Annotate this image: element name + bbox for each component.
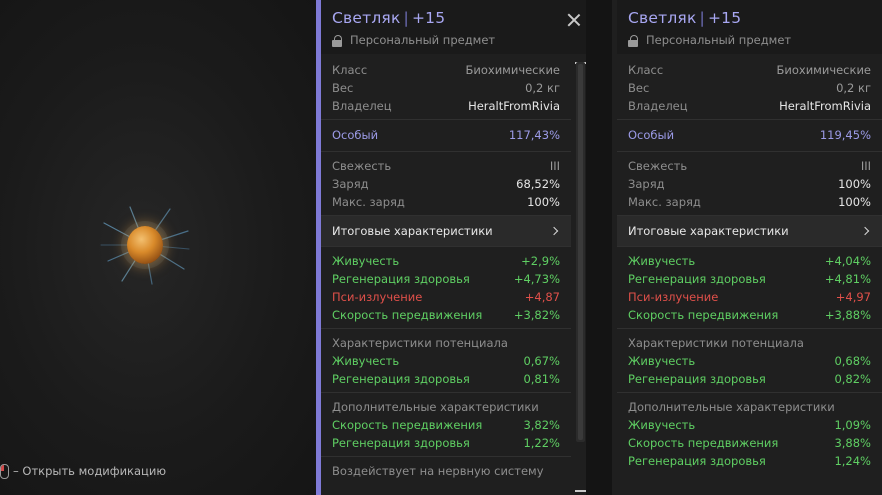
section-title: Характеристики потенциала bbox=[628, 336, 804, 350]
stat-row: Регенерация здоровья 0,82% bbox=[628, 372, 871, 386]
stat-row: Скорость передвижения 3,82% bbox=[332, 418, 560, 432]
item-subtitle: Персональный предмет bbox=[628, 33, 791, 47]
item-level: +15 bbox=[707, 9, 742, 27]
item-tooltip-compare: Светляк | +15 Персональный предмет Класс Би… bbox=[612, 0, 882, 495]
stat-row: Макс. заряд 100% bbox=[332, 195, 560, 209]
stat-row: Класс Биохимические bbox=[628, 63, 871, 77]
scrollbar[interactable] bbox=[576, 62, 585, 442]
stat-row: Класс Биохимические bbox=[332, 63, 560, 77]
potential-block: Характеристики потенциала Живучесть 0,68%… bbox=[617, 328, 882, 392]
scrollbar-thumb[interactable] bbox=[578, 64, 583, 440]
artifact-model bbox=[100, 205, 190, 285]
stat-row: Скорость передвижения +3,88% bbox=[628, 308, 871, 322]
item-tooltip-current: Светляк | +15 Персональный предмет Класс Би… bbox=[316, 0, 586, 495]
state-block: Свежесть III Заряд 68,52% Макс. заряд 100% bbox=[321, 151, 571, 215]
close-icon[interactable] bbox=[566, 12, 582, 28]
stat-row: Вес 0,2 кг bbox=[332, 81, 560, 95]
info-block: Класс Биохимические Вес 0,2 кг Владелец Her… bbox=[617, 56, 882, 119]
stat-row: Регенерация здоровья +4,81% bbox=[628, 272, 871, 286]
stat-row: Живучесть 0,67% bbox=[332, 354, 560, 368]
special-row: Особый 117,43% bbox=[332, 128, 560, 142]
item-title: Светляк | +15 bbox=[628, 9, 742, 27]
stat-row: Пси-излучение +4,87 bbox=[332, 290, 560, 304]
tooltip-header: Светляк | +15 Персональный предмет bbox=[321, 0, 586, 54]
effect-description: Воздействует на нервную систему bbox=[332, 464, 544, 478]
stat-row: Заряд 100% bbox=[628, 177, 871, 191]
stat-row: Регенерация здоровья 0,81% bbox=[332, 372, 560, 386]
chevron-right-icon bbox=[860, 226, 870, 236]
state-block: Свежесть III Заряд 100% Макс. заряд 100% bbox=[617, 151, 882, 215]
stat-row: Свежесть III bbox=[628, 159, 871, 173]
stat-row: Владелец HeraltFromRivia bbox=[628, 99, 871, 113]
stat-row: Регенерация здоровья +4,73% bbox=[332, 272, 560, 286]
footer-block: Воздействует на нервную систему bbox=[321, 456, 571, 484]
scroll-cap-bottom bbox=[575, 490, 586, 492]
stat-row: Живучесть +4,04% bbox=[628, 254, 871, 268]
tooltip-body[interactable]: Класс Биохимические Вес 0,2 кг Владелец Her… bbox=[321, 56, 571, 495]
item-level: +15 bbox=[411, 9, 446, 27]
stat-row: Свежесть III bbox=[332, 159, 560, 173]
mouse-icon bbox=[0, 463, 9, 479]
stat-row: Владелец HeraltFromRivia bbox=[332, 99, 560, 113]
stat-row: Макс. заряд 100% bbox=[628, 195, 871, 209]
stat-row: Регенерация здоровья 1,24% bbox=[628, 454, 871, 468]
stat-row: Живучесть 0,68% bbox=[628, 354, 871, 368]
special-block: Особый 119,45% bbox=[617, 119, 882, 151]
stat-row: Вес 0,2 кг bbox=[628, 81, 871, 95]
item-name: Светляк bbox=[628, 9, 697, 27]
item-viewer[interactable]: – Открыть модификацию bbox=[0, 0, 316, 495]
summary-toggle-button[interactable]: Итоговые характеристики bbox=[617, 215, 882, 246]
special-row: Особый 119,45% bbox=[628, 128, 871, 142]
stat-row: Заряд 68,52% bbox=[332, 177, 560, 191]
extra-block: Дополнительные характеристики Скорость п… bbox=[321, 392, 571, 456]
totals-block: Живучесть +4,04% Регенерация здоровья +4,8… bbox=[617, 246, 882, 328]
item-subtitle: Персональный предмет bbox=[332, 33, 495, 47]
info-block: Класс Биохимические Вес 0,2 кг Владелец Her… bbox=[321, 56, 571, 119]
stat-row: Скорость передвижения 3,88% bbox=[628, 436, 871, 450]
section-title: Дополнительные характеристики bbox=[332, 400, 539, 414]
tooltip-header: Светляк | +15 Персональный предмет bbox=[617, 0, 882, 54]
stat-row: Пси-излучение +4,97 bbox=[628, 290, 871, 304]
summary-toggle-button[interactable]: Итоговые характеристики bbox=[321, 215, 571, 246]
lock-icon bbox=[332, 34, 342, 47]
stat-row: Живучесть 1,09% bbox=[628, 418, 871, 432]
stat-row: Живучесть +2,9% bbox=[332, 254, 560, 268]
totals-block: Живучесть +2,9% Регенерация здоровья +4,73… bbox=[321, 246, 571, 328]
stat-row: Скорость передвижения +3,82% bbox=[332, 308, 560, 322]
item-name: Светляк bbox=[332, 9, 401, 27]
extra-block: Дополнительные характеристики Живучесть 1… bbox=[617, 392, 882, 474]
tooltip-body[interactable]: Класс Биохимические Вес 0,2 кг Владелец Her… bbox=[617, 56, 882, 495]
chevron-right-icon bbox=[549, 226, 559, 236]
section-title: Характеристики потенциала bbox=[332, 336, 508, 350]
lock-icon bbox=[628, 34, 638, 47]
section-title: Дополнительные характеристики bbox=[628, 400, 835, 414]
open-modification-hint: – Открыть модификацию bbox=[0, 462, 166, 480]
special-block: Особый 117,43% bbox=[321, 119, 571, 151]
stat-row: Регенерация здоровья 1,22% bbox=[332, 436, 560, 450]
item-title: Светляк | +15 bbox=[332, 9, 446, 27]
potential-block: Характеристики потенциала Живучесть 0,67%… bbox=[321, 328, 571, 392]
